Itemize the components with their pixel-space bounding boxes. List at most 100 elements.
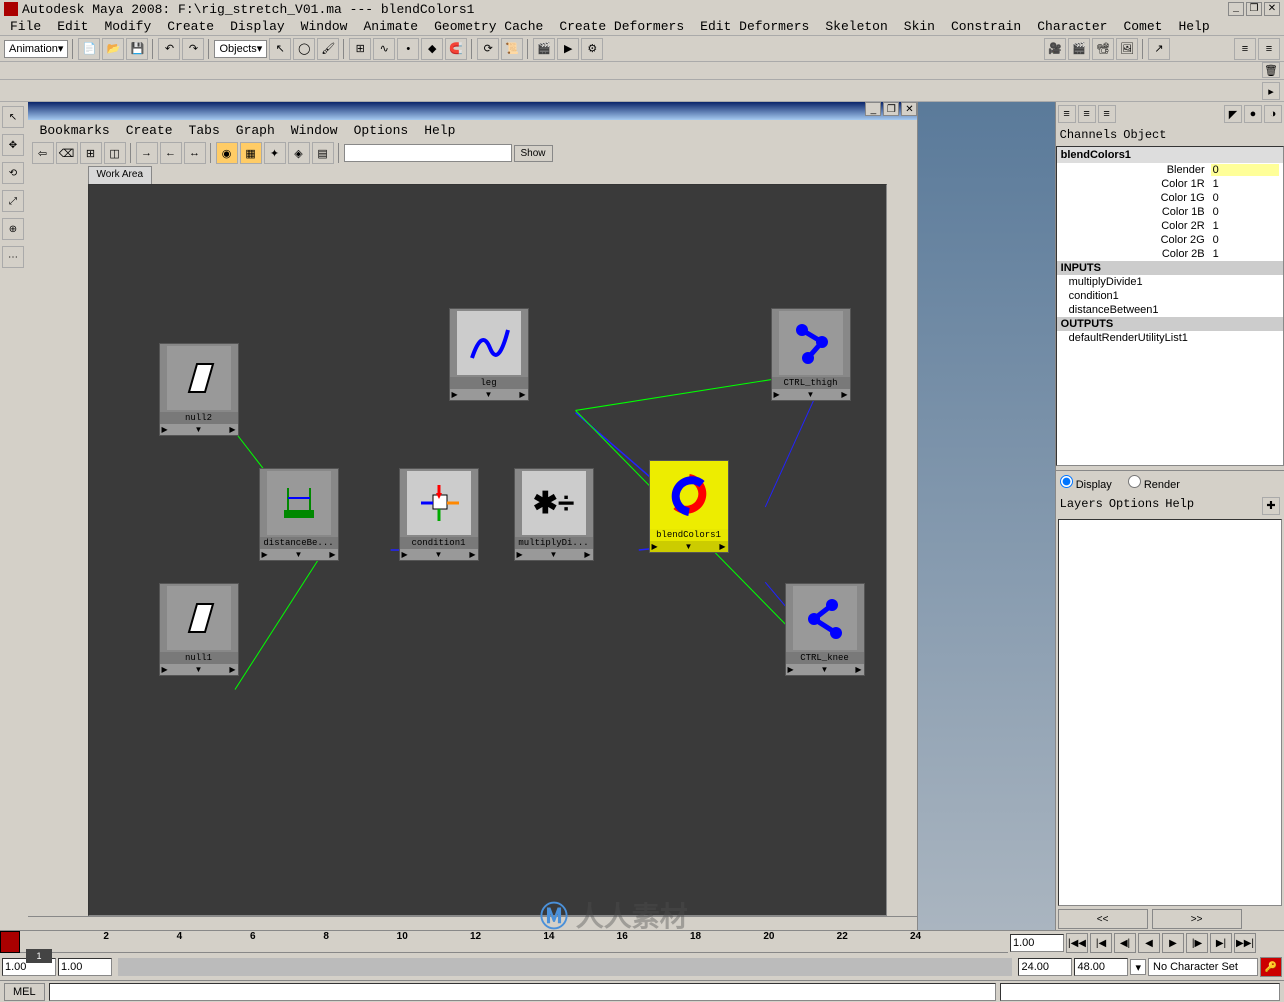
radio-render[interactable]: Render — [1128, 475, 1180, 491]
hs-show-button[interactable]: Show — [514, 145, 553, 162]
time-ruler[interactable]: 1 24681012141618202224 — [20, 931, 1008, 953]
render-button[interactable]: 🎬 — [533, 38, 555, 60]
menu-animate[interactable]: Animate — [355, 19, 426, 34]
node-multiply-divide[interactable]: ✱÷ multiplyDi... ▶▼▶ — [514, 468, 594, 561]
hs-filter-input[interactable] — [344, 144, 512, 162]
tab-object[interactable]: Object — [1123, 128, 1166, 144]
shelf-btn-2[interactable]: 🎬 — [1068, 38, 1090, 60]
selection-mask-dropdown[interactable]: Objects ▾ — [214, 40, 267, 58]
node-distance-between[interactable]: distanceBe... ▶▼▶ — [259, 468, 339, 561]
layer-list[interactable] — [1058, 519, 1282, 906]
current-frame-input[interactable] — [1010, 934, 1064, 952]
channel-btn-4[interactable]: ◤ — [1224, 105, 1242, 123]
scrub-prev[interactable]: << — [1058, 909, 1148, 929]
goto-end-button[interactable]: ▶▶| — [1234, 933, 1256, 953]
minimize-button[interactable]: _ — [1228, 2, 1244, 16]
menu-skin[interactable]: Skin — [896, 19, 943, 34]
shelf-btn-3[interactable]: 📽 — [1092, 38, 1114, 60]
channel-attr-value[interactable]: 1 — [1211, 220, 1279, 232]
channel-attr-value[interactable]: 0 — [1211, 234, 1279, 246]
channel-btn-6[interactable]: ◑ — [1264, 105, 1282, 123]
hs-rearrange-button[interactable]: ⊞ — [80, 142, 102, 164]
new-scene-button[interactable]: 📄 — [78, 38, 100, 60]
undo-button[interactable]: ↶ — [158, 38, 180, 60]
shelf-btn-6[interactable]: ≡ — [1234, 38, 1256, 60]
hs-show-materials[interactable]: ◉ — [216, 142, 238, 164]
menu-skeleton[interactable]: Skeleton — [817, 19, 895, 34]
menu-create[interactable]: Create — [159, 19, 222, 34]
hs-show-textures[interactable]: ▦ — [240, 142, 262, 164]
play-fwd-button[interactable]: ▶ — [1162, 933, 1184, 953]
channel-attr-value[interactable]: 0 — [1211, 206, 1279, 218]
right-panel-toggle[interactable]: ▸ — [1262, 82, 1280, 100]
hs-menu-tabs[interactable]: Tabs — [181, 123, 228, 138]
redo-button[interactable]: ↷ — [182, 38, 204, 60]
channel-attr-row[interactable]: Color 1R1 — [1057, 177, 1283, 191]
playback-end-input[interactable] — [1018, 958, 1072, 976]
menu-window[interactable]: Window — [293, 19, 356, 34]
maximize-button[interactable]: ❐ — [1246, 2, 1262, 16]
output-connection[interactable]: defaultRenderUtilityList1 — [1057, 331, 1283, 345]
mel-command-input[interactable] — [49, 983, 996, 1001]
hs-input-button[interactable]: → — [136, 142, 158, 164]
autokey-button[interactable]: 🔑 — [1260, 957, 1282, 977]
hs-show-lights[interactable]: ◈ — [288, 142, 310, 164]
hs-back-button[interactable]: ⇦ — [32, 142, 54, 164]
channel-btn-1[interactable]: ≡ — [1058, 105, 1076, 123]
channel-attr-row[interactable]: Blender0 — [1057, 163, 1283, 177]
hypershade-maximize[interactable]: ❐ — [883, 102, 899, 116]
snap-point-button[interactable]: • — [397, 38, 419, 60]
hs-output-button[interactable]: ← — [160, 142, 182, 164]
input-connection[interactable]: multiplyDivide1 — [1057, 275, 1283, 289]
channel-attr-row[interactable]: Color 1B0 — [1057, 205, 1283, 219]
playback-start-input[interactable] — [58, 958, 112, 976]
hs-menu-help[interactable]: Help — [416, 123, 463, 138]
snap-curve-button[interactable]: ∿ — [373, 38, 395, 60]
step-fwd-frame-button[interactable]: ▶| — [1210, 933, 1232, 953]
history-button[interactable]: ⟳ — [477, 38, 499, 60]
channel-attr-row[interactable]: Color 1G0 — [1057, 191, 1283, 205]
tab-channels[interactable]: Channels — [1060, 128, 1118, 144]
close-button[interactable]: ✕ — [1264, 2, 1280, 16]
node-leg[interactable]: leg ▶▼▶ — [449, 308, 529, 401]
hs-clear-button[interactable]: ⌫ — [56, 142, 78, 164]
mode-dropdown[interactable]: Animation ▾ — [4, 40, 68, 58]
mel-label[interactable]: MEL — [4, 983, 45, 1001]
radio-display[interactable]: Display — [1060, 475, 1112, 491]
node-ctrl-thigh[interactable]: CTRL_thigh ▶▼▶ — [771, 308, 851, 401]
range-slider[interactable] — [118, 958, 1012, 976]
new-layer-button[interactable]: ✚ — [1262, 497, 1280, 515]
hs-menu-window[interactable]: Window — [283, 123, 346, 138]
save-scene-button[interactable]: 💾 — [126, 38, 148, 60]
node-condition1[interactable]: condition1 ▶▼▶ — [399, 468, 479, 561]
menu-edit[interactable]: Edit — [49, 19, 96, 34]
menu-file[interactable]: File — [2, 19, 49, 34]
input-connection[interactable]: distanceBetween1 — [1057, 303, 1283, 317]
step-back-key-button[interactable]: ◀| — [1114, 933, 1136, 953]
autokey-toggle[interactable] — [0, 931, 20, 953]
layer-menu-help[interactable]: Help — [1165, 497, 1194, 515]
menu-display[interactable]: Display — [222, 19, 293, 34]
channel-attr-value[interactable]: 0 — [1211, 164, 1279, 176]
render-globals-button[interactable]: ⚙ — [581, 38, 603, 60]
menu-create-deformers[interactable]: Create Deformers — [551, 19, 692, 34]
shelf-btn-5[interactable]: ↗ — [1148, 38, 1170, 60]
manipulator-tool-icon[interactable]: ⊕ — [2, 218, 24, 240]
select-tool-button[interactable]: ↖ — [269, 38, 291, 60]
layer-menu-layers[interactable]: Layers — [1060, 497, 1103, 515]
input-connection[interactable]: condition1 — [1057, 289, 1283, 303]
move-tool-icon[interactable]: ✥ — [2, 134, 24, 156]
node-null2[interactable]: null2 ▶▼▶ — [159, 343, 239, 436]
shelf-btn-4[interactable]: 🖼 — [1116, 38, 1138, 60]
menu-geometry-cache[interactable]: Geometry Cache — [426, 19, 551, 34]
snap-plane-button[interactable]: ◆ — [421, 38, 443, 60]
node-graph-canvas[interactable]: null2 ▶▼▶ null1 ▶▼▶ leg ▶▼▶ distanceBe..… — [88, 184, 888, 916]
shelf-btn-7[interactable]: ≡ — [1258, 38, 1280, 60]
channel-attr-row[interactable]: Color 2R1 — [1057, 219, 1283, 233]
node-ctrl-knee[interactable]: CTRL_knee ▶▼▶ — [785, 583, 865, 676]
goto-start-button[interactable]: |◀◀ — [1066, 933, 1088, 953]
range-end-input[interactable] — [1074, 958, 1128, 976]
menu-constrain[interactable]: Constrain — [943, 19, 1029, 34]
current-time-marker[interactable]: 1 — [26, 949, 52, 963]
hs-inout-button[interactable]: ↔ — [184, 142, 206, 164]
